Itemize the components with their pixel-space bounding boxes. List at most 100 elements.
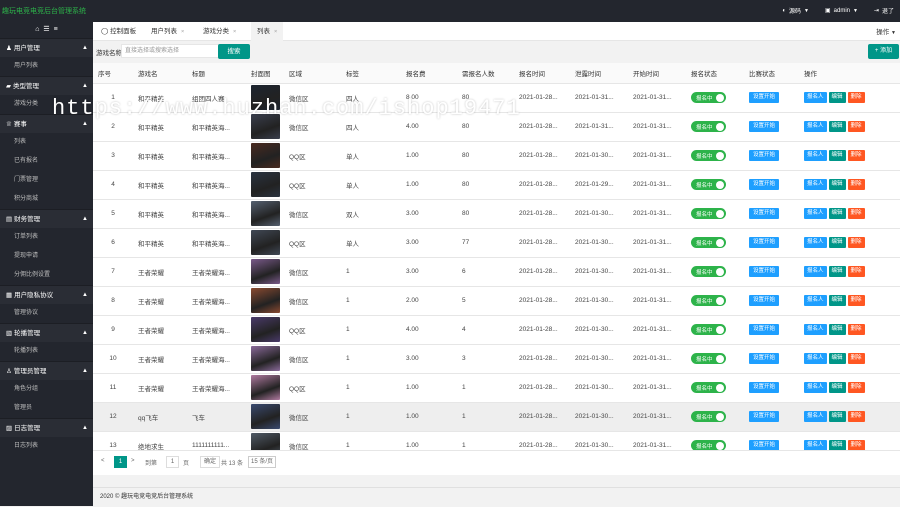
signups-button[interactable]: 报名人 xyxy=(804,150,827,161)
set-start-button[interactable]: 设置开始 xyxy=(749,92,780,103)
page-size-select[interactable]: 15 条/页 xyxy=(248,456,277,468)
signup-status-toggle[interactable]: 报名中 xyxy=(691,179,726,190)
edit-button[interactable]: 编辑 xyxy=(828,208,846,219)
edit-button[interactable]: 编辑 xyxy=(828,237,846,248)
signup-status-toggle[interactable]: 报名中 xyxy=(691,92,726,103)
sidebar-group[interactable]: ▨ 日志管理 ▲ xyxy=(0,418,93,437)
menu-icon[interactable]: ☰ xyxy=(43,26,49,33)
sidebar-item[interactable]: 分佣比例设置 xyxy=(0,266,93,285)
edit-button[interactable]: 编辑 xyxy=(828,411,846,422)
signup-status-toggle[interactable]: 报名中 xyxy=(691,266,726,277)
set-start-button[interactable]: 设置开始 xyxy=(749,295,780,306)
delete-button[interactable]: 删除 xyxy=(847,266,865,277)
signups-button[interactable]: 报名人 xyxy=(804,92,827,103)
signups-button[interactable]: 报名人 xyxy=(804,208,827,219)
signups-button[interactable]: 报名人 xyxy=(804,266,827,277)
delete-button[interactable]: 删除 xyxy=(847,92,865,103)
tab-dashboard[interactable]: ◯ 控制面板 xyxy=(95,22,142,41)
sidebar-item[interactable]: 用户列表 xyxy=(0,57,93,76)
edit-button[interactable]: 编辑 xyxy=(828,150,846,161)
edit-button[interactable]: 编辑 xyxy=(828,121,846,132)
delete-button[interactable]: 删除 xyxy=(847,411,865,422)
sidebar-item[interactable]: 日志列表 xyxy=(0,437,93,456)
edit-button[interactable]: 编辑 xyxy=(828,92,846,103)
signup-status-toggle[interactable]: 报名中 xyxy=(691,353,726,364)
sidebar-item[interactable]: 提现申请 xyxy=(0,247,93,266)
signups-button[interactable]: 报名人 xyxy=(804,324,827,335)
sidebar-item[interactable]: 轮播列表 xyxy=(0,342,93,361)
user-menu[interactable]: ▣ admin ▼ xyxy=(825,7,858,15)
edit-button[interactable]: 编辑 xyxy=(828,295,846,306)
sidebar-group[interactable]: ▤ 财务管理 ▲ xyxy=(0,209,93,228)
delete-button[interactable]: 删除 xyxy=(847,353,865,364)
edit-button[interactable]: 编辑 xyxy=(828,179,846,190)
set-start-button[interactable]: 设置开始 xyxy=(749,208,780,219)
signup-status-toggle[interactable]: 报名中 xyxy=(691,121,726,132)
signups-button[interactable]: 报名人 xyxy=(804,411,827,422)
sidebar-item[interactable]: 已有报名 xyxy=(0,152,93,171)
close-icon[interactable]: × xyxy=(274,29,277,35)
set-start-button[interactable]: 设置开始 xyxy=(749,411,780,422)
edit-button[interactable]: 编辑 xyxy=(828,324,846,335)
set-start-button[interactable]: 设置开始 xyxy=(749,266,780,277)
edit-button[interactable]: 编辑 xyxy=(828,353,846,364)
set-start-button[interactable]: 设置开始 xyxy=(749,353,780,364)
sidebar-item[interactable]: 角色分组 xyxy=(0,380,93,399)
lang-menu[interactable]: ◐ 源码 ▼ xyxy=(782,6,809,16)
home-icon[interactable]: ⌂ xyxy=(35,26,39,33)
set-start-button[interactable]: 设置开始 xyxy=(749,324,780,335)
set-start-button[interactable]: 设置开始 xyxy=(749,150,780,161)
delete-button[interactable]: 删除 xyxy=(847,179,865,190)
signup-status-toggle[interactable]: 报名中 xyxy=(691,324,726,335)
signups-button[interactable]: 报名人 xyxy=(804,382,827,393)
sidebar-group[interactable]: ♕ 赛事 ▲ xyxy=(0,114,93,133)
signups-button[interactable]: 报名人 xyxy=(804,295,827,306)
sidebar-item[interactable]: 列表 xyxy=(0,133,93,152)
signup-status-toggle[interactable]: 报名中 xyxy=(691,150,726,161)
sidebar-group[interactable]: ♟ 用户管理 ▲ xyxy=(0,38,93,57)
signup-status-toggle[interactable]: 报名中 xyxy=(691,208,726,219)
sidebar-group[interactable]: ▦ 用户隐私协议 ▲ xyxy=(0,285,93,304)
current-page[interactable]: 1 xyxy=(114,456,127,468)
set-start-button[interactable]: 设置开始 xyxy=(749,382,780,393)
close-icon[interactable]: × xyxy=(181,29,184,35)
operate-menu[interactable]: 操作 ▼ xyxy=(876,26,896,36)
tab-game-category[interactable]: 游戏分类 × xyxy=(197,22,242,41)
goto-page-input[interactable]: 1 xyxy=(166,456,179,468)
delete-button[interactable]: 删除 xyxy=(847,237,865,248)
prev-page-button[interactable]: < xyxy=(101,458,105,464)
edit-button[interactable]: 编辑 xyxy=(828,382,846,393)
signup-status-toggle[interactable]: 报名中 xyxy=(691,411,726,422)
delete-button[interactable]: 删除 xyxy=(847,150,865,161)
delete-button[interactable]: 删除 xyxy=(847,324,865,335)
signups-button[interactable]: 报名人 xyxy=(804,237,827,248)
list-icon[interactable]: ≡ xyxy=(54,26,58,33)
sidebar-item[interactable]: 管理协议 xyxy=(0,304,93,323)
signups-button[interactable]: 报名人 xyxy=(804,353,827,364)
next-page-button[interactable]: > xyxy=(131,458,135,464)
sidebar-item[interactable]: 游戏分类 xyxy=(0,95,93,114)
logout-link[interactable]: ⇥ 退了 xyxy=(874,6,894,15)
signup-status-toggle[interactable]: 报名中 xyxy=(691,237,726,248)
close-icon[interactable]: × xyxy=(233,29,236,35)
goto-confirm-button[interactable]: 确定 xyxy=(200,456,221,468)
delete-button[interactable]: 删除 xyxy=(847,121,865,132)
delete-button[interactable]: 删除 xyxy=(847,382,865,393)
sidebar-group[interactable]: ▰ 类型管理 ▲ xyxy=(0,76,93,95)
signup-status-toggle[interactable]: 报名中 xyxy=(691,295,726,306)
sidebar-item[interactable]: 积分商城 xyxy=(0,190,93,209)
sidebar-group[interactable]: ♙ 管理员管理 ▲ xyxy=(0,361,93,380)
set-start-button[interactable]: 设置开始 xyxy=(749,237,780,248)
delete-button[interactable]: 删除 xyxy=(847,295,865,306)
add-button[interactable]: + 添加 xyxy=(868,44,899,59)
tab-list[interactable]: 列表 × xyxy=(251,22,284,41)
signups-button[interactable]: 报名人 xyxy=(804,121,827,132)
signups-button[interactable]: 报名人 xyxy=(804,179,827,190)
tab-users[interactable]: 用户列表 × xyxy=(145,22,190,41)
signup-status-toggle[interactable]: 报名中 xyxy=(691,382,726,393)
edit-button[interactable]: 编辑 xyxy=(828,266,846,277)
sidebar-group[interactable]: ▧ 轮播管理 ▲ xyxy=(0,323,93,342)
set-start-button[interactable]: 设置开始 xyxy=(749,121,780,132)
sidebar-item[interactable]: 管理员 xyxy=(0,399,93,418)
delete-button[interactable]: 删除 xyxy=(847,208,865,219)
